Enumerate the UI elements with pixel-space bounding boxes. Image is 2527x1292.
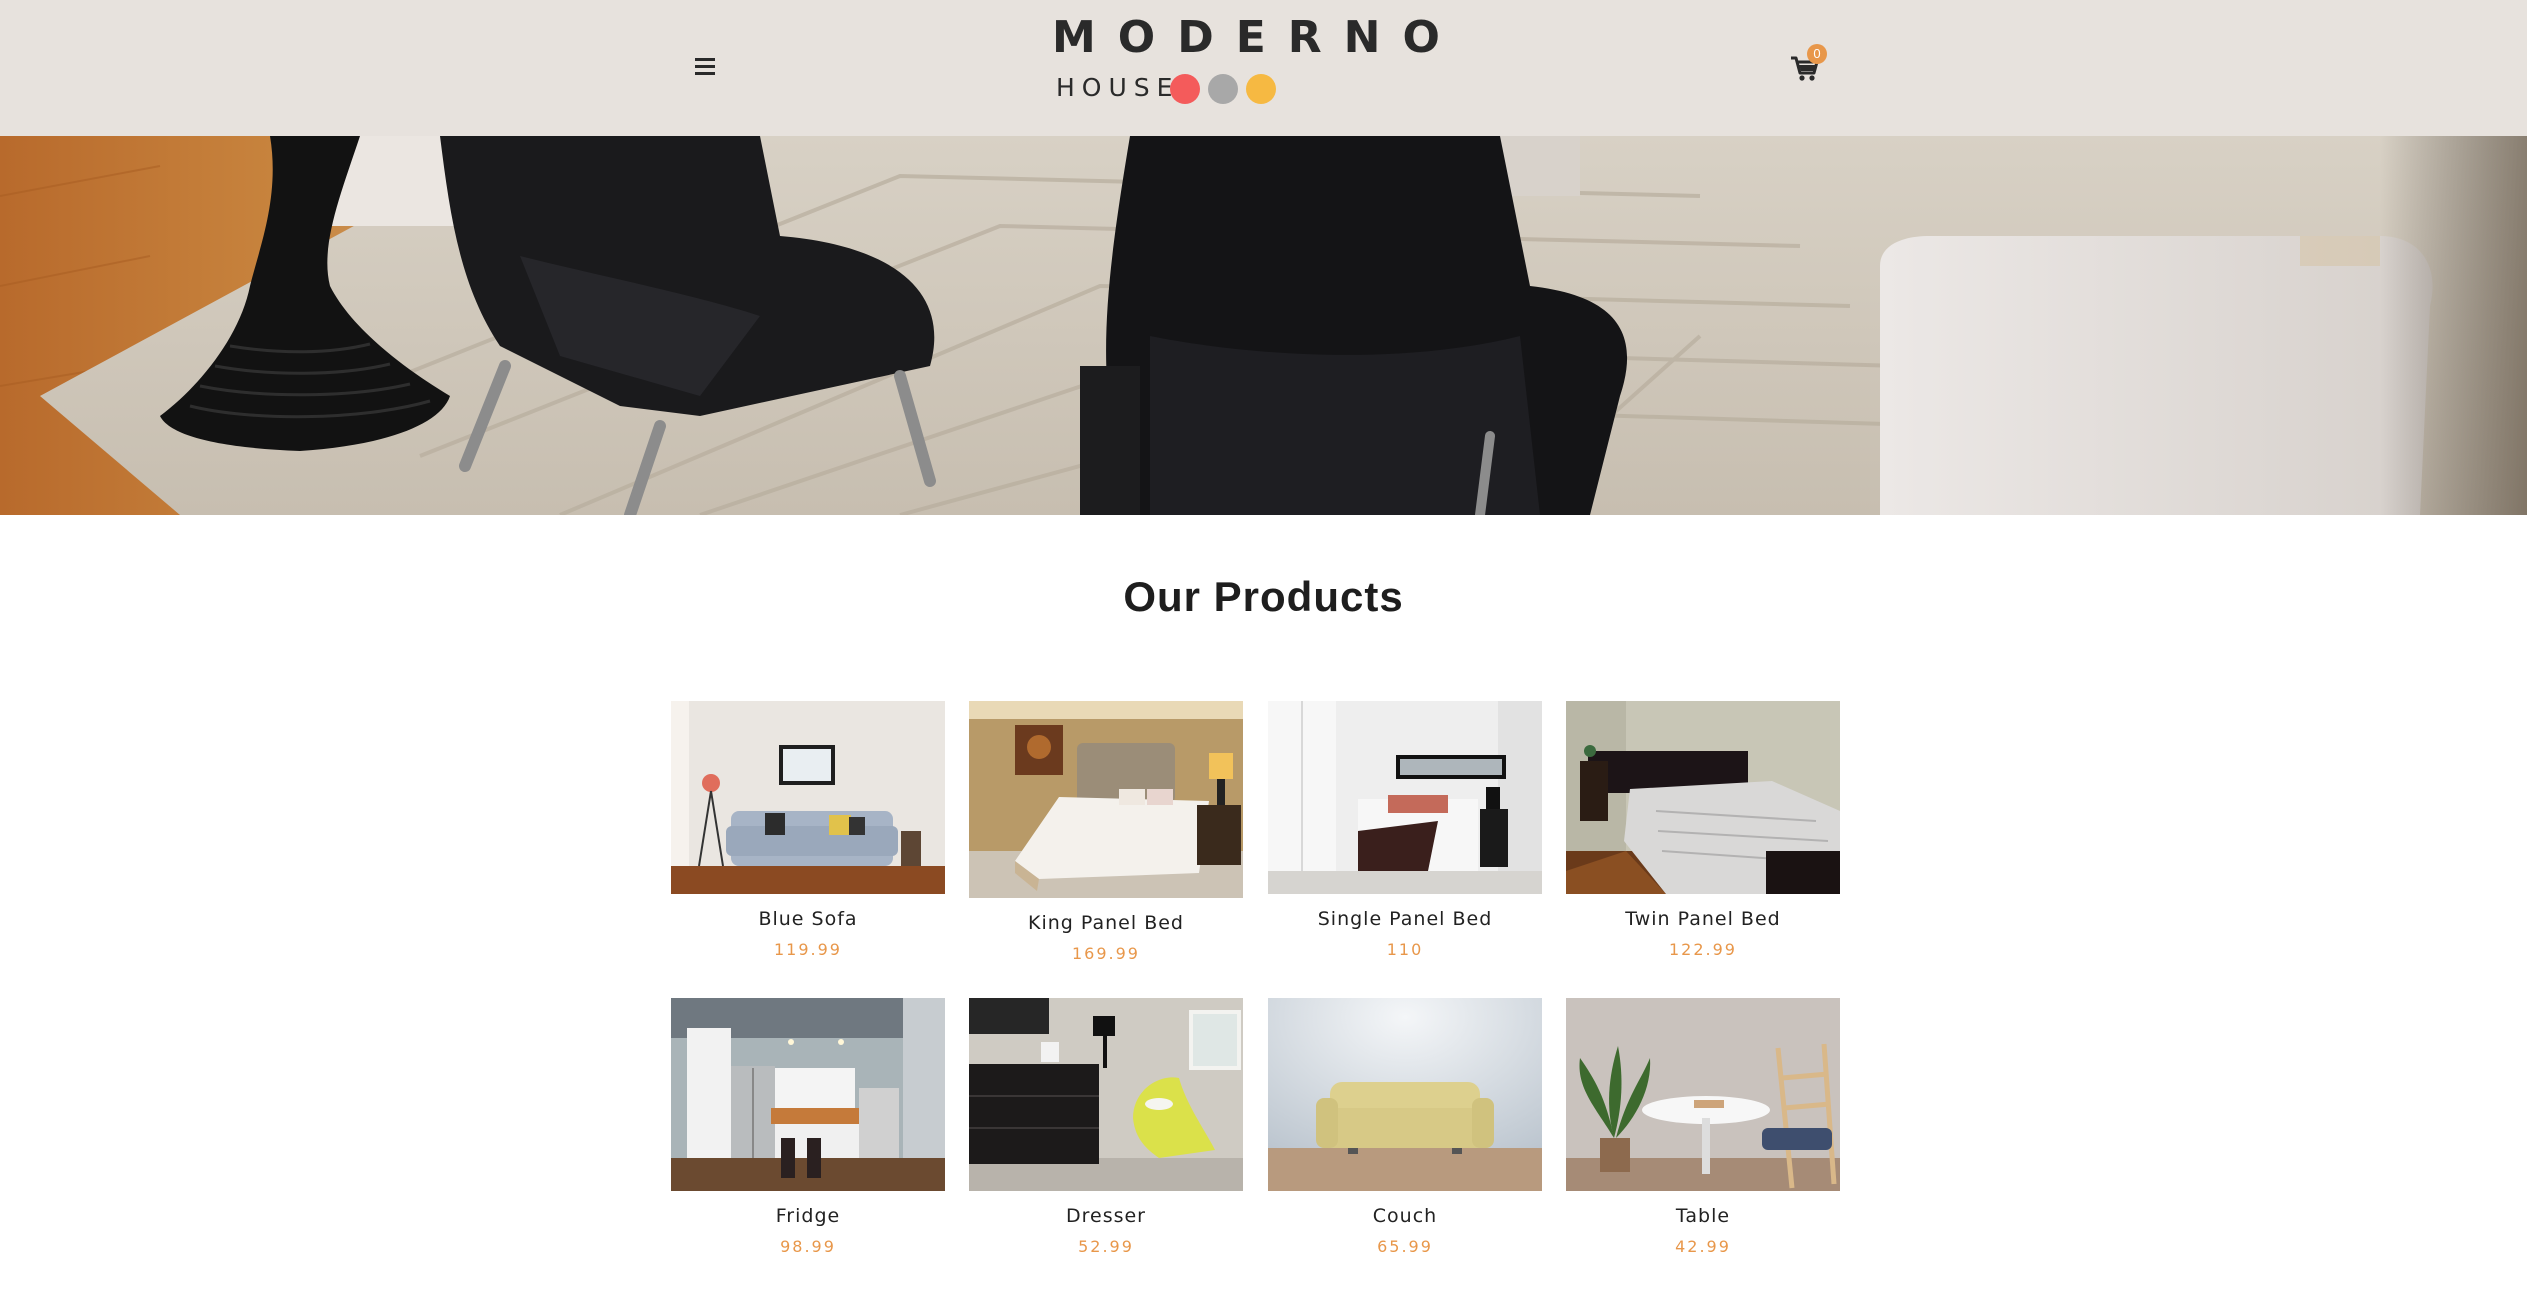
dresser-photo [969,998,1243,1191]
menu-button[interactable] [690,52,720,82]
logo-dot-red [1170,74,1200,104]
cart-count-badge: 0 [1807,44,1827,64]
fridge-kitchen-photo [671,998,945,1191]
product-card-couch[interactable]: Couch 65.99 [1268,998,1542,1278]
logo-title: MODERNO [1052,12,1462,63]
product-card-blue-sofa[interactable]: Blue Sofa 119.99 [671,701,945,981]
product-card-fridge[interactable]: Fridge 98.99 [671,998,945,1278]
couch-photo [1268,998,1542,1191]
products-section: Our Products Blue Sofa 119.99 King Panel… [0,515,2527,1292]
product-card-king-panel-bed[interactable]: King Panel Bed 169.99 [969,701,1243,981]
product-price: 65.99 [1377,1237,1433,1256]
logo-dot-gray [1208,74,1238,104]
product-price: 42.99 [1675,1237,1731,1256]
product-price: 110 [1386,940,1424,959]
product-price: 122.99 [1669,940,1737,959]
product-card-dresser[interactable]: Dresser 52.99 [969,998,1243,1278]
product-name: Table [1675,1205,1731,1227]
product-name: Single Panel Bed [1317,908,1493,930]
cart-button[interactable]: 0 [1788,44,1828,88]
product-name: Fridge [775,1205,841,1227]
product-name: Couch [1372,1205,1438,1227]
logo-dot-yellow [1246,74,1276,104]
king-panel-bed-photo [969,701,1243,898]
section-title: Our Products [1123,573,1404,620]
logo-subtitle: HOUSE [1056,73,1180,102]
product-price: 98.99 [780,1237,836,1256]
hero-image [0,136,2527,515]
product-name: Twin Panel Bed [1625,908,1781,930]
product-card-single-panel-bed[interactable]: Single Panel Bed 110 [1268,701,1542,981]
hero-banner [0,136,2527,515]
hamburger-icon [695,58,715,75]
product-name: King Panel Bed [1028,912,1184,934]
single-panel-bed-photo [1268,701,1542,894]
site-header: MODERNO HOUSE 0 [0,0,2527,136]
product-price: 52.99 [1078,1237,1134,1256]
blue-sofa-photo [671,701,945,894]
site-logo[interactable]: MODERNO HOUSE [1052,10,1472,110]
product-name: Blue Sofa [758,908,858,930]
product-card-table[interactable]: Table 42.99 [1566,998,1840,1278]
product-price: 119.99 [774,940,842,959]
twin-panel-bed-photo [1566,701,1840,894]
product-name: Dresser [1065,1205,1146,1227]
product-price: 169.99 [1072,944,1140,963]
product-card-twin-panel-bed[interactable]: Twin Panel Bed 122.99 [1566,701,1840,981]
table-chair-photo [1566,998,1840,1191]
